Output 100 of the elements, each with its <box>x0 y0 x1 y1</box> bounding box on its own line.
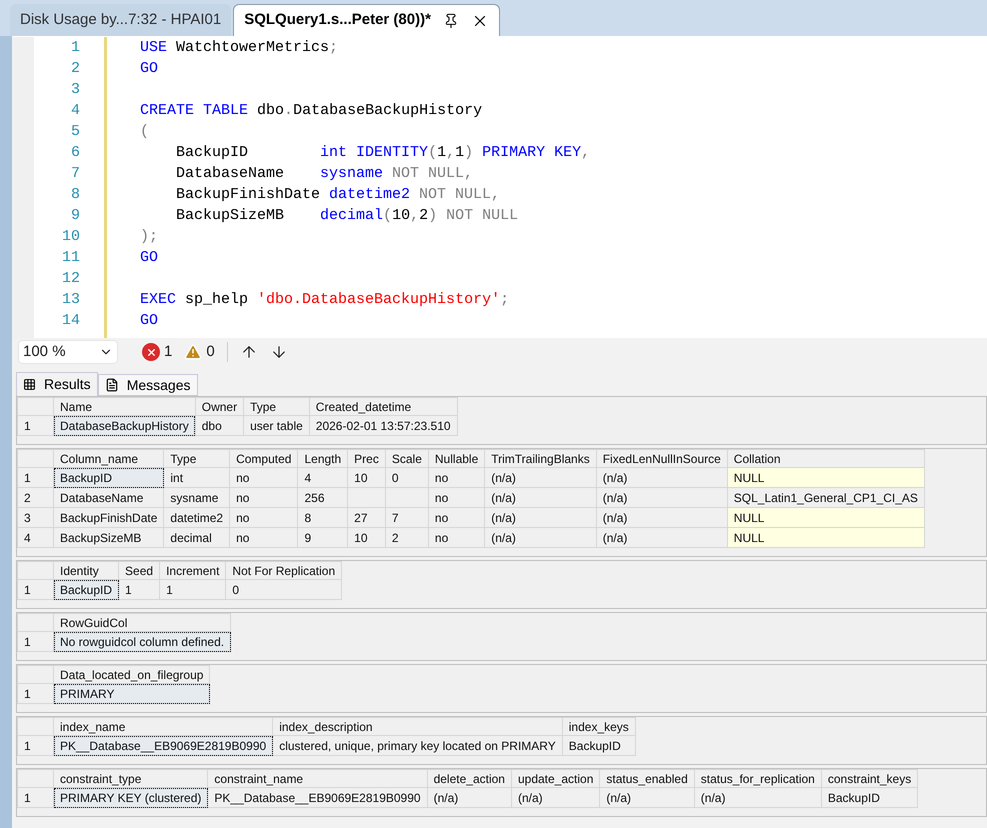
line-number: 7 <box>70 165 80 182</box>
table-cell: DatabaseBackupHistory <box>60 418 189 432</box>
line-number: 5 <box>70 123 80 140</box>
column-header[interactable]: Collation <box>734 452 780 466</box>
table-cell: (n/a) <box>606 790 632 804</box>
column-header[interactable]: Name <box>60 400 92 414</box>
table-cell: 0 <box>232 582 240 596</box>
line-number: 14 <box>62 312 80 329</box>
table-cell: dbo <box>202 418 222 432</box>
grid-cell[interactable]: DatabaseBackupHistory <box>54 416 196 436</box>
error-icon <box>142 343 160 361</box>
line-number: 9 <box>70 207 80 224</box>
table-cell: (n/a) <box>491 470 516 484</box>
table-cell: clustered, unique, primary key located on PRIMARY <box>279 738 556 752</box>
table-cell: BackupID <box>828 790 880 804</box>
code-line: GO <box>140 60 158 77</box>
table-cell: int <box>170 470 184 484</box>
document-icon <box>104 378 119 392</box>
table-cell: no <box>434 530 448 544</box>
line-number: 11 <box>62 249 80 266</box>
table-cell: (n/a) <box>602 470 628 484</box>
table-cell: SQL_Latin1_General_CP1_CI_AS <box>734 490 918 504</box>
table-cell: BackupID <box>60 470 112 484</box>
table-cell: (n/a) <box>491 490 516 504</box>
line-number: 3 <box>70 81 80 98</box>
errors-indicator[interactable]: 1 <box>142 340 172 364</box>
code-line: BackupSizeMB decimal(10,2) NOT NULL <box>175 207 518 224</box>
table-cell: 2 <box>392 530 399 544</box>
code-line: ( <box>140 123 150 140</box>
table-cell: no <box>236 490 250 504</box>
grid-cell[interactable]: NULL <box>727 528 924 548</box>
table-cell: 9 <box>304 530 312 544</box>
row-number: 1 <box>24 470 31 484</box>
table-cell: (n/a) <box>602 530 628 544</box>
code-line: BackupFinishDate datetime2 NOT NULL, <box>175 186 500 203</box>
row-number: 1 <box>24 582 31 596</box>
grid-cell[interactable]: PRIMARY KEY (clustered) <box>54 788 208 808</box>
table-cell: PRIMARY KEY (clustered) <box>60 790 202 804</box>
table-cell: no <box>236 510 250 524</box>
table-cell: (n/a) <box>491 510 516 524</box>
warning-icon <box>184 343 202 361</box>
table-cell: sysname <box>170 490 218 504</box>
code-line: EXEC sp_help 'dbo.DatabaseBackupHistory'; <box>140 291 510 308</box>
table-cell: (n/a) <box>491 530 516 544</box>
document-tab[interactable]: SQLQuery1.s...Peter (80))* <box>233 4 500 36</box>
warnings-indicator[interactable]: 0 <box>184 340 215 364</box>
table-cell: BackupID <box>60 582 112 596</box>
table-cell: 2026-02-01 13:57:23.510 <box>316 418 451 432</box>
table-cell: PK__Database__EB9069E2819B0990 <box>60 738 266 752</box>
grid-cell[interactable]: BackupID <box>54 580 119 600</box>
table-cell: 1 <box>166 582 173 596</box>
table-cell: (n/a) <box>602 490 628 504</box>
code-line: CREATE TABLE dbo.DatabaseBackupHistory <box>140 102 482 119</box>
grid-cell[interactable]: PK__Database__EB9069E2819B0990 <box>54 736 273 756</box>
line-number: 10 <box>62 228 80 245</box>
table-cell: PRIMARY <box>60 686 114 700</box>
table-cell: No rowguidcol column defined. <box>60 634 224 648</box>
table-cell: PK__Database__EB9069E2819B0990 <box>214 790 421 804</box>
table-cell: 10 <box>354 530 368 544</box>
row-number: 1 <box>24 418 31 432</box>
row-number: 3 <box>24 510 31 524</box>
table-cell: (n/a) <box>602 510 628 524</box>
result-tab[interactable]: Messages <box>98 374 198 396</box>
table-cell: decimal <box>170 530 212 544</box>
table-cell: 27 <box>354 510 368 524</box>
table-cell: 7 <box>392 510 399 524</box>
zoom-dropdown[interactable]: 100 % <box>18 340 118 364</box>
row-number: 1 <box>24 686 31 700</box>
table-cell: NULL <box>734 470 764 484</box>
table-cell: (n/a) <box>700 790 726 804</box>
table-cell: user table <box>250 418 303 432</box>
line-number: 4 <box>70 102 80 119</box>
grid-cell[interactable]: PRIMARY <box>54 684 210 704</box>
grid-cell[interactable]: NULL <box>727 468 924 488</box>
line-number: 8 <box>70 186 80 203</box>
line-number: 13 <box>62 291 80 308</box>
code-line: DatabaseName sysname NOT NULL, <box>175 165 474 182</box>
table-cell: BackupID <box>568 738 621 752</box>
document-tab[interactable]: Disk Usage by...7:32 - HPAI01 <box>10 4 232 36</box>
table-cell: 8 <box>304 510 312 524</box>
grid-cell[interactable]: No rowguidcol column defined. <box>54 632 231 652</box>
row-number: 1 <box>24 738 31 752</box>
row-number: 4 <box>24 530 31 544</box>
line-number: 6 <box>70 144 80 161</box>
table-cell: no <box>434 490 448 504</box>
table-cell: 10 <box>354 470 368 484</box>
table-cell: no <box>236 530 250 544</box>
row-number: 1 <box>24 790 31 804</box>
grid-cell[interactable]: BackupID <box>54 468 164 488</box>
table-cell: (n/a) <box>434 790 458 804</box>
result-tab[interactable]: Results <box>16 372 98 396</box>
table-cell: 1 <box>125 582 132 596</box>
row-number: 1 <box>24 634 31 648</box>
grid-cell[interactable]: NULL <box>727 508 924 528</box>
code-line: GO <box>140 312 158 329</box>
table-cell: NULL <box>734 510 764 524</box>
line-number: 1 <box>70 39 80 56</box>
code-line: USE WatchtowerMetrics; <box>140 39 338 56</box>
table-cell: (n/a) <box>518 790 543 804</box>
line-number: 2 <box>70 60 80 77</box>
